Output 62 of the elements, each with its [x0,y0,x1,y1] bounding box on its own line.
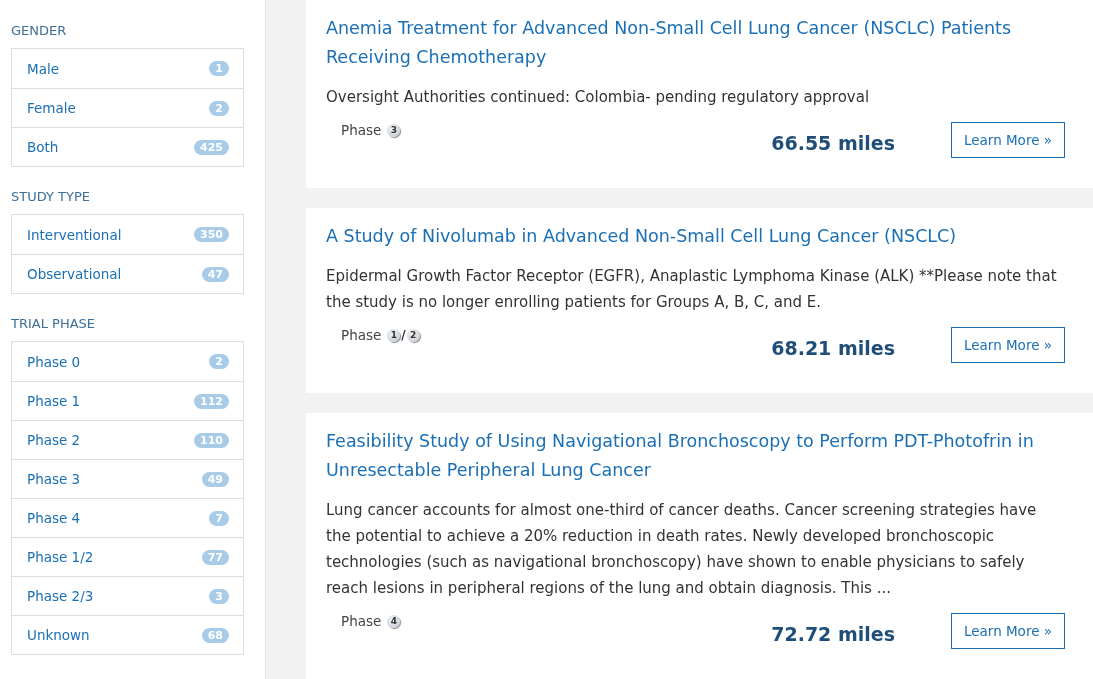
count-badge: 3 [209,588,229,604]
filter-heading: GENDER [11,23,68,38]
filter-label: Unknown [27,627,90,643]
filter-item[interactable]: Phase 1 112 [12,381,243,420]
count-badge: 77 [201,549,229,565]
count-badge: 112 [194,393,229,409]
filter-label: Interventional [27,226,122,243]
trial-title-link[interactable]: Anemia Treatment for Advanced Non-Small Cell Lung Cancer (NSCLC) Patients Receiving Chemotherapy [326,14,1065,72]
filter-label: Phase 2 [27,432,81,448]
learn-more-button[interactable]: Learn More » [950,122,1065,158]
filter-item[interactable]: Unknown 68 [12,615,243,654]
filter-heading: STUDY TYPE [11,189,91,204]
learn-more-button[interactable]: Learn More » [950,613,1065,649]
count-badge: 2 [209,100,229,116]
phase-label: Phase [341,122,382,138]
count-badge: 110 [194,432,229,448]
trial-description: Lung cancer accounts for almost one-third of cancer deaths. Cancer screening strategies have the potential to achieve a 20% reduction in death rates. Newly developed bronchoscopic technologies (such as navigational bronchoscopy) have shown to enable physicians to safely reach lesions in peripheral regions of the lung and obtain diagnosis. This ... [326,500,1038,599]
count-badge: 68 [201,627,229,643]
count-badge: 47 [201,266,229,282]
filter-label: Phase 3 [27,471,81,487]
distance: 68.21 miles [771,337,895,359]
count-badge: 350 [194,227,229,242]
filter-item[interactable]: Male 1 [12,49,243,88]
filter-item[interactable]: Female 2 [12,88,243,127]
filter-item[interactable]: Phase 1/2 77 [12,537,243,576]
filter-item[interactable]: Observational 47 [12,254,243,293]
trial-title-link[interactable]: Feasibility Study of Using Navigational Bronchoscopy to Perform PDT-Photofrin in Unresectable Peripheral Lung Cancer [326,427,1065,485]
learn-more-button[interactable]: Learn More » [950,327,1065,363]
phase-number-badge: 2 [406,328,420,342]
phase-number-badge: 1 [387,328,401,342]
filter-item[interactable]: Both 425 [12,127,243,166]
filter-heading: TRIAL PHASE [11,316,97,331]
filter-item[interactable]: Phase 0 2 [12,342,243,381]
filter-label: Phase 0 [27,353,81,370]
filter-label: Phase 4 [27,510,81,526]
filter-item[interactable]: Phase 2 110 [12,420,243,459]
trial-title-link[interactable]: A Study of Nivolumab in Advanced Non-Small Cell Lung Cancer (NSCLC) [326,222,1065,251]
trial-description: Epidermal Growth Factor Receptor (EGFR), Anaplastic Lymphoma Kinase (ALK) **Please note that the study is no longer enrolling patients for Groups A, B, C, and E. [326,266,1058,313]
phase-separator: / [401,328,406,342]
filter-label: Observational [27,266,122,282]
distance: 66.55 miles [771,132,895,154]
phase-number-badge: 4 [387,614,401,628]
filter-label: Phase 1/2 [27,549,94,565]
count-badge: 1 [209,61,229,76]
filter-item[interactable]: Interventional 350 [12,215,243,254]
filter-label: Both [27,139,59,155]
filter-item[interactable]: Phase 3 49 [12,459,243,498]
filter-label: Phase 1 [27,393,81,409]
count-badge: 7 [209,510,229,526]
count-badge: 2 [209,354,229,369]
filter-label: Female [27,100,76,116]
trial-description: Oversight Authorities continued: Colombia- pending regulatory approval [326,87,871,108]
phase-label: Phase [341,613,382,629]
filter-label: Phase 2/3 [27,588,94,604]
phase-number-badge: 3 [387,123,401,137]
count-badge: 425 [194,139,229,155]
phase-label: Phase [341,327,382,343]
count-badge: 49 [201,471,229,487]
filter-label: Male [27,60,59,77]
distance: 72.72 miles [771,623,895,645]
filter-item[interactable]: Phase 2/3 3 [12,576,243,615]
filter-item[interactable]: Phase 4 7 [12,498,243,537]
